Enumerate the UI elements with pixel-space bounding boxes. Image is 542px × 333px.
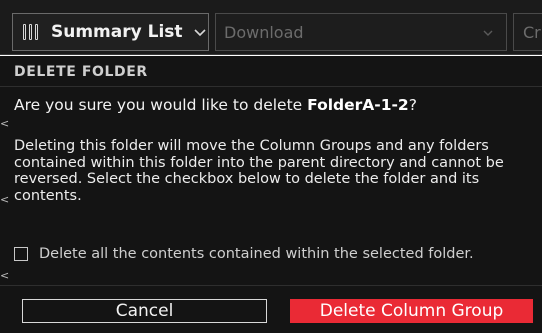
chevron-down-icon bbox=[483, 30, 493, 36]
divider bbox=[0, 86, 542, 87]
view-select[interactable]: Summary List bbox=[12, 13, 209, 51]
dialog-title: DELETE FOLDER bbox=[14, 64, 148, 80]
delete-contents-checkbox[interactable] bbox=[14, 247, 28, 261]
delete-button-label: Delete Column Group bbox=[319, 301, 504, 321]
edge-marker: < bbox=[0, 193, 10, 206]
delete-contents-label: Delete all the contents contained within… bbox=[39, 246, 474, 262]
question-suffix: ? bbox=[408, 96, 417, 114]
delete-column-group-button[interactable]: Delete Column Group bbox=[290, 299, 533, 323]
download-select[interactable]: Download bbox=[215, 13, 507, 51]
confirm-question: Are you sure you would like to delete Fo… bbox=[14, 96, 534, 114]
clipped-select-label: Cr bbox=[523, 22, 541, 42]
columns-icon bbox=[23, 24, 41, 40]
divider bbox=[0, 285, 542, 286]
cancel-button-label: Cancel bbox=[115, 301, 174, 321]
chevron-down-icon bbox=[193, 29, 206, 37]
clipped-select[interactable]: Cr bbox=[513, 13, 542, 51]
cancel-button[interactable]: Cancel bbox=[22, 299, 267, 323]
delete-folder-dialog: DELETE FOLDER Are you sure you would lik… bbox=[0, 56, 542, 333]
question-prefix: Are you sure you would like to delete bbox=[14, 96, 308, 114]
edge-marker: < bbox=[0, 269, 10, 282]
view-select-label: Summary List bbox=[51, 22, 183, 42]
edge-marker: < bbox=[0, 117, 10, 130]
delete-contents-checkbox-row[interactable]: Delete all the contents contained within… bbox=[14, 246, 474, 262]
folder-name: FolderA-1-2 bbox=[307, 96, 409, 114]
dialog-description: Deleting this folder will move the Colum… bbox=[14, 138, 504, 204]
download-select-placeholder: Download bbox=[224, 22, 304, 42]
toolbar: Summary List Download Cr bbox=[0, 0, 542, 55]
